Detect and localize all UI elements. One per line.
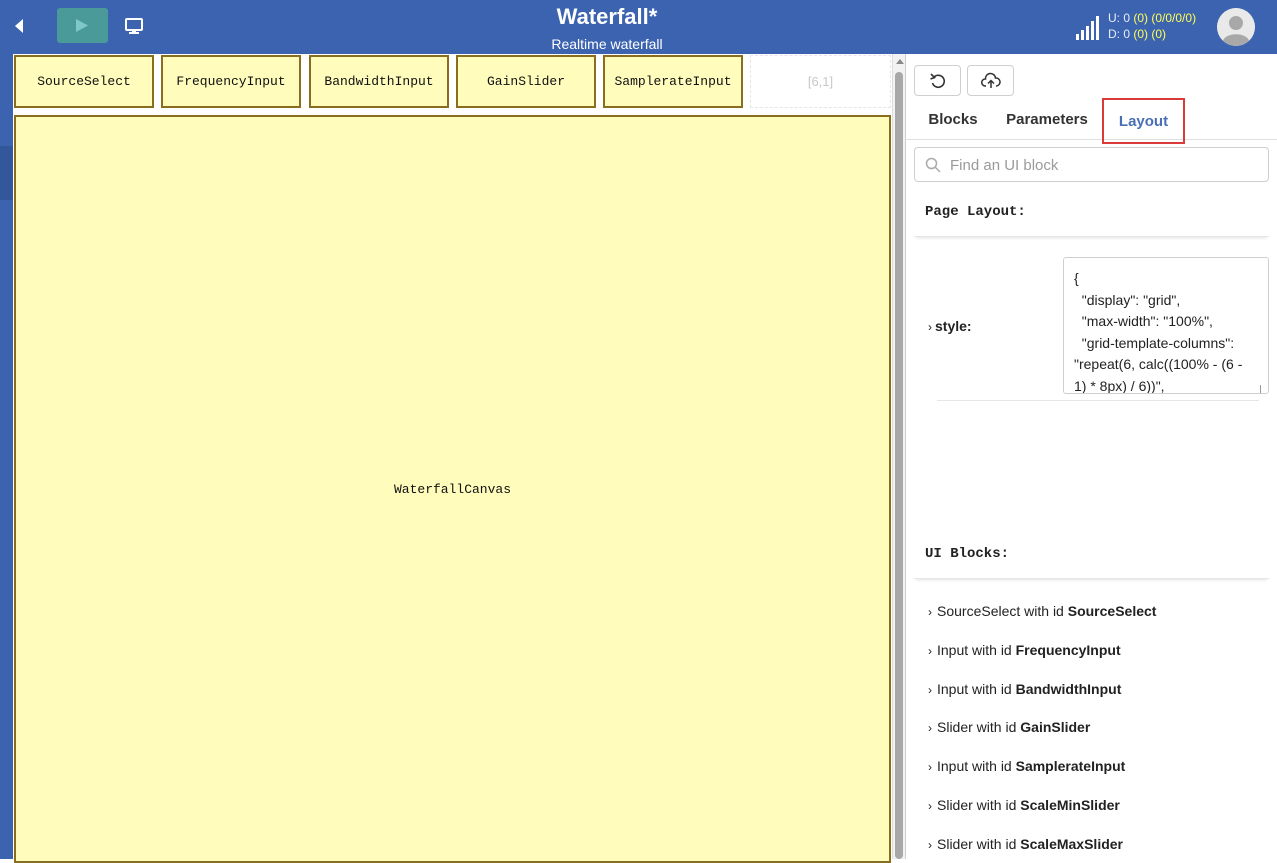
style-property-toggle[interactable]: › style: [928,318,972,334]
style-label: style: [935,318,972,334]
ui-block-item[interactable]: › Input with id FrequencyInput [928,642,1121,658]
ui-block-item[interactable]: › Slider with id GainSlider [928,719,1090,735]
play-icon [76,19,88,32]
canvas-block-sourceselect[interactable]: SourceSelect [14,55,154,108]
scroll-up-arrow-icon[interactable] [896,59,904,64]
sidebar-tab[interactable] [0,146,13,200]
empty-grid-cell[interactable]: [6,1] [750,55,891,108]
chevron-right-icon: › [928,683,932,697]
monitor-icon [125,18,143,34]
chevron-right-icon: › [928,760,932,774]
resize-handle[interactable] [1260,385,1268,393]
chevron-right-icon: › [928,320,932,334]
chevron-right-icon: › [928,799,932,813]
chevron-right-icon: › [928,644,932,658]
properties-panel: Blocks Parameters Layout Page Layout: ›s… [906,54,1277,859]
tab-layout[interactable]: Layout [1102,98,1185,144]
panel-tabs: Blocks Parameters Layout [906,98,1277,144]
canvas-block-frequencyinput[interactable]: FrequencyInput [161,55,301,108]
page-title: Waterfall* [556,4,658,29]
ui-block-item[interactable]: › Input with id SamplerateInput [928,758,1125,774]
ui-block-item[interactable]: › Input with id BandwidthInput [928,681,1121,697]
canvas-block-gainslider[interactable]: GainSlider [456,55,596,108]
section-divider [937,400,1259,401]
undo-icon [929,72,945,88]
left-sidebar [0,54,13,859]
canvas-scrollbar[interactable] [892,54,905,859]
preview-button[interactable] [124,16,144,36]
search-input[interactable] [950,155,1250,175]
block-search [914,147,1269,182]
style-code-editor[interactable]: { "display": "grid", "max-width": "100%"… [1063,257,1269,394]
layout-canvas: SourceSelect FrequencyInput BandwidthInp… [13,54,892,863]
page-layout-heading: Page Layout: [914,204,1269,237]
chevron-left-icon [15,19,23,33]
chevron-right-icon: › [928,605,932,619]
back-button[interactable] [10,16,28,36]
signal-bars-icon [1076,16,1099,40]
download-stats: D: 0 (0) (0) [1108,27,1167,41]
undo-button[interactable] [914,65,961,96]
run-button[interactable] [57,8,108,43]
user-icon [1217,8,1255,46]
tab-blocks[interactable]: Blocks [920,98,986,140]
page-subtitle: Realtime waterfall [551,36,663,52]
canvas-block-bandwidthinput[interactable]: BandwidthInput [309,55,449,108]
avatar[interactable] [1217,8,1255,46]
scrollbar-thumb[interactable] [895,72,903,859]
title-block: Waterfall* Realtime waterfall [507,4,707,54]
cloud-upload-icon [980,72,1001,88]
chevron-right-icon: › [928,721,932,735]
style-code-text: { "display": "grid", "max-width": "100%"… [1074,270,1243,394]
ui-block-item[interactable]: › Slider with id ScaleMaxSlider [928,836,1123,852]
ui-block-item[interactable]: › Slider with id ScaleMinSlider [928,797,1120,813]
ui-blocks-heading: UI Blocks: [914,546,1269,579]
traffic-stats: U: 0 (0) (0/0/0/0) D: 0 (0) (0) [1108,10,1196,42]
ui-block-item[interactable]: › SourceSelect with id SourceSelect [928,603,1156,619]
canvas-block-waterfallcanvas[interactable]: WaterfallCanvas [14,115,891,863]
canvas-block-samplerateinput[interactable]: SamplerateInput [603,55,743,108]
cloud-upload-button[interactable] [967,65,1014,96]
search-icon [925,157,941,173]
tab-parameters[interactable]: Parameters [1002,98,1092,140]
app-header: Waterfall* Realtime waterfall U: 0 (0) (… [0,0,1277,54]
chevron-right-icon: › [928,838,932,852]
upload-stats: U: 0 (0) (0/0/0/0) [1108,11,1197,25]
